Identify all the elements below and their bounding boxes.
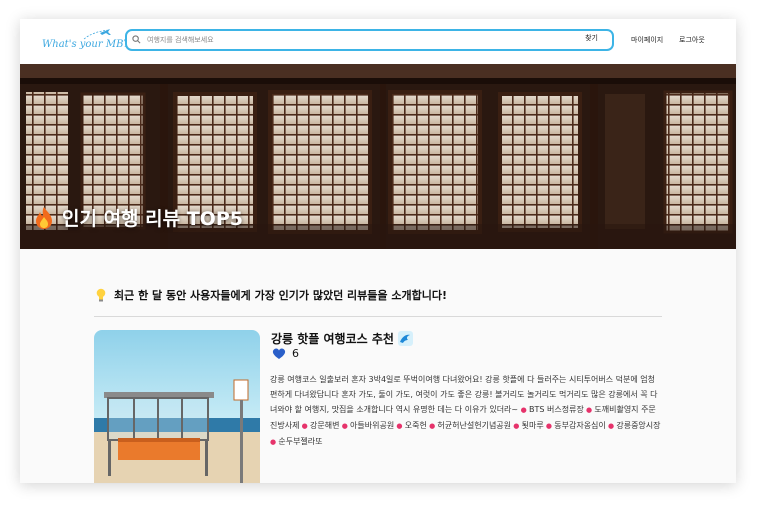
review-title-text: 강릉 핫플 여행코스 추천 xyxy=(271,332,394,346)
heart-icon xyxy=(272,348,286,359)
review-thumbnail[interactable] xyxy=(94,330,260,483)
pin-icon: ● xyxy=(520,406,530,414)
likes[interactable]: 6 xyxy=(272,347,299,360)
intro-label: 최근 한 달 동안 사용자들에게 가장 인기가 많았던 리뷰들을 소개합니다! xyxy=(114,289,447,302)
place-tag[interactable]: 툇마루 xyxy=(522,421,544,430)
review-title[interactable]: 강릉 핫플 여행코스 추천 xyxy=(271,330,413,347)
search-input[interactable] xyxy=(147,32,567,48)
pin-icon: ● xyxy=(339,422,351,430)
logout-link[interactable]: 로그아웃 xyxy=(679,35,705,45)
pin-icon: ● xyxy=(543,422,555,430)
fire-icon xyxy=(36,206,52,229)
search-icon xyxy=(132,35,141,44)
lightbulb-icon xyxy=(96,288,106,302)
app-window: What's your MBTI 찾기 마이페이지 로그아웃 xyxy=(20,19,736,483)
wave-icon xyxy=(397,331,413,346)
place-tag[interactable]: 강릉중앙시장 xyxy=(616,421,660,430)
pin-icon: ● xyxy=(583,406,595,414)
place-tag[interactable]: 순두부젤라또 xyxy=(278,437,322,446)
search-bar: 찾기 xyxy=(125,29,614,51)
review-description: 강릉 여행코스 일출보러 혼자 3박4일로 뚜벅이여행 다녀왔어요! 강릉 핫플… xyxy=(270,372,662,450)
place-tag[interactable]: 동부감자옹심이 xyxy=(554,421,606,430)
place-tag[interactable]: 아들바위공원 xyxy=(350,421,394,430)
header: What's your MBTI 찾기 마이페이지 로그아웃 xyxy=(20,19,736,64)
place-tag[interactable]: 강문해변 xyxy=(310,421,339,430)
section-divider xyxy=(94,316,662,317)
intro-text: 최근 한 달 동안 사용자들에게 가장 인기가 많았던 리뷰들을 소개합니다! xyxy=(96,287,447,303)
hero-title-text: 인기 여행 리뷰 TOP5 xyxy=(62,208,243,230)
pin-icon: ● xyxy=(511,422,522,430)
pin-icon: ● xyxy=(426,422,438,430)
hero-title: 인기 여행 리뷰 TOP5 xyxy=(34,204,243,231)
logo-text: What's your MBTI xyxy=(42,39,135,50)
place-tag[interactable]: 허균허난설헌기념공원 xyxy=(437,421,511,430)
place-tag[interactable]: 오죽헌 xyxy=(405,421,427,430)
pin-icon: ● xyxy=(394,422,405,430)
place-tag[interactable]: BTS 버스정류장 xyxy=(529,405,584,414)
hero-banner: 인기 여행 리뷰 TOP5 xyxy=(20,64,736,249)
like-count: 6 xyxy=(292,347,299,360)
mypage-link[interactable]: 마이페이지 xyxy=(631,35,663,45)
pin-icon: ● xyxy=(299,422,311,430)
logo[interactable]: What's your MBTI xyxy=(38,25,134,59)
pin-icon: ● xyxy=(605,422,617,430)
search-button[interactable]: 찾기 xyxy=(585,33,598,43)
bus-stop-photo xyxy=(94,330,260,483)
